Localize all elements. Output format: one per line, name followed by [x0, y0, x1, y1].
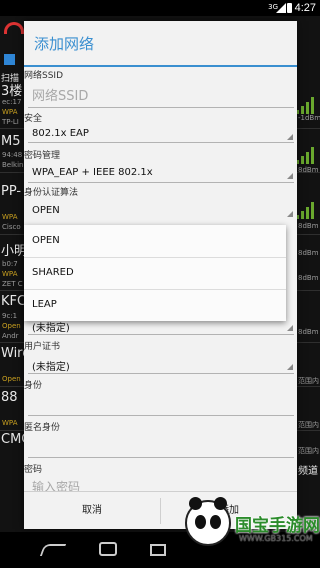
key-management-underline [28, 182, 294, 183]
security-underline [28, 142, 294, 143]
dropdown-option-open[interactable]: OPEN [24, 225, 286, 257]
user-cert-select[interactable]: (未指定) [32, 358, 70, 373]
back-icon[interactable] [39, 544, 67, 556]
network-detail: Belkin [2, 161, 24, 169]
signal-dbm: 8dBm [298, 328, 319, 336]
ssid-input-underline [28, 107, 294, 108]
eap-method-select[interactable]: OPEN [32, 205, 60, 216]
network-name[interactable]: KFC [1, 294, 26, 309]
network-name[interactable]: M5 [1, 134, 21, 149]
ssid-input[interactable]: 网络SSID [32, 85, 88, 104]
recent-apps-icon[interactable] [150, 544, 166, 556]
signal-icon [276, 3, 286, 13]
network-detail: Open [2, 375, 21, 383]
battery-icon [287, 3, 292, 13]
range-label: 范围内 [298, 421, 319, 429]
signal-strength-icon [296, 146, 318, 164]
network-name[interactable]: PP- [1, 184, 21, 199]
signal-dbm: -1dBm [298, 114, 320, 122]
watermark-brand: 国宝手游网 [235, 516, 320, 536]
status-bar: 3G 4:27 [0, 0, 320, 16]
title-divider [24, 65, 297, 67]
identity-input[interactable] [28, 415, 294, 416]
security-select[interactable]: 802.1x EAP [32, 128, 89, 139]
dropdown-arrow-icon [287, 364, 293, 370]
eap-method-dropdown: OPEN SHARED LEAP [24, 225, 286, 321]
network-detail: TP-LI [2, 118, 19, 126]
password-label: 密码 [24, 465, 43, 475]
dropdown-arrow-icon [287, 211, 293, 217]
clock: 4:27 [294, 2, 316, 14]
scan-checkbox[interactable] [4, 54, 15, 65]
signal-strength-icon [296, 201, 318, 219]
network-detail: ZET C [2, 280, 23, 288]
network-detail: b0:7 [2, 260, 18, 268]
channel-tab[interactable]: 频道 [298, 462, 318, 477]
network-name[interactable]: 3楼 [1, 80, 22, 99]
signal-dbm: 8dBm [298, 274, 319, 282]
watermark-url: WWW.GB315.COM [239, 534, 313, 543]
signal-strength-icon [296, 96, 318, 114]
dropdown-option-leap[interactable]: LEAP [24, 289, 286, 321]
network-detail: 9c:1 [2, 312, 18, 320]
user-cert-underline [28, 373, 294, 374]
screen: 3G 4:27 扫描 3楼 ec:17 WPA TP-LI M5 94:48 B… [0, 0, 320, 568]
watermark: 国宝手游网 WWW.GB315.COM [177, 497, 320, 568]
key-management-label: 密码管理 [24, 151, 61, 161]
dropdown-arrow-icon [287, 325, 293, 331]
ssid-label: 网络SSID [24, 71, 64, 81]
network-detail: WPA [2, 419, 18, 427]
ca-cert-underline [28, 334, 294, 335]
anonymous-identity-label: 匿名身份 [24, 423, 61, 433]
network-detail: ec:17 [2, 98, 22, 106]
signal-dbm: 8dBm [298, 166, 319, 174]
key-management-select[interactable]: WPA_EAP + IEEE 802.1x [32, 167, 153, 178]
home-icon[interactable] [99, 542, 117, 556]
network-detail: WPA [2, 270, 18, 278]
network-detail: 94:48 [2, 151, 23, 159]
dropdown-option-shared[interactable]: SHARED [24, 257, 286, 289]
network-name[interactable]: 88 [1, 390, 18, 405]
network-detail: Andr [2, 332, 19, 340]
network-detail: Cisco [2, 223, 21, 231]
cancel-button[interactable]: 取消 [24, 492, 160, 530]
network-detail: WPA [2, 213, 18, 221]
network-detail: Open [2, 322, 21, 330]
eap-method-label: 身份认证算法 [24, 188, 79, 198]
dialog-title: 添加网络 [34, 35, 95, 53]
range-label: 范围内 [298, 447, 319, 455]
signal-dbm: 8dBm [298, 249, 319, 257]
signal-dbm: 8dBm [298, 222, 319, 230]
panda-logo-icon [185, 497, 231, 546]
network-detail: WPA [2, 108, 18, 116]
range-label: 范围内 [298, 377, 319, 385]
dropdown-arrow-icon [287, 173, 293, 179]
ca-cert-select[interactable]: (未指定) [32, 319, 70, 334]
dialog-header: 添加网络 [24, 21, 297, 65]
wifi-app-icon [4, 22, 24, 34]
dropdown-arrow-icon [287, 134, 293, 140]
security-label: 安全 [24, 114, 43, 124]
user-cert-label: 用户证书 [24, 342, 61, 352]
anonymous-identity-input[interactable] [28, 457, 294, 458]
identity-label: 身份 [24, 381, 43, 391]
